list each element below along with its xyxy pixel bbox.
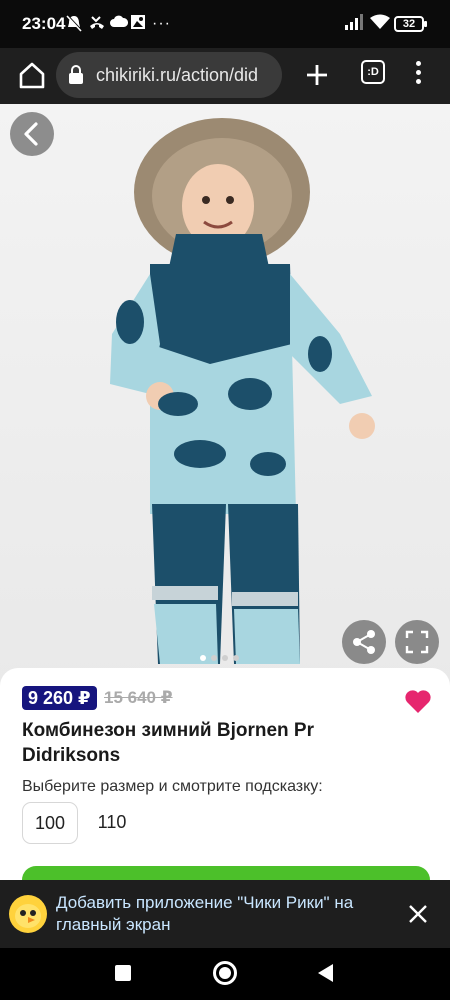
gallery-pagination — [200, 648, 244, 666]
back-button[interactable] — [10, 112, 54, 156]
pagination-dot[interactable] — [211, 655, 217, 661]
size-option-110[interactable]: 110 — [92, 802, 132, 844]
cellular-signal-icon — [344, 14, 364, 36]
share-button[interactable] — [342, 620, 386, 664]
menu-dot-icon — [415, 70, 421, 75]
browser-menu-button[interactable] — [408, 58, 428, 92]
system-home-button[interactable] — [213, 961, 237, 985]
system-navigation-bar — [0, 948, 450, 1000]
heart-icon — [405, 690, 431, 713]
url-text: chikiriki.ru/action/did — [96, 65, 259, 85]
current-price: 9 260 ₽ — [22, 686, 97, 710]
product-card: 9 260 ₽ 15 640 ₽ Комбинезон зимний Bjorn… — [0, 668, 450, 896]
home-icon — [19, 62, 45, 89]
status-time: 23:04 — [22, 14, 66, 33]
battery-indicator: 32 — [394, 16, 427, 32]
cloud-icon — [110, 14, 129, 34]
product-gallery[interactable] — [0, 104, 450, 690]
new-tab-button[interactable] — [300, 58, 334, 92]
product-image — [110, 118, 375, 664]
menu-dot-icon — [415, 79, 421, 84]
missed-call-icon — [88, 14, 106, 38]
pagination-dot[interactable] — [222, 655, 228, 661]
size-option-100[interactable]: 100 — [22, 802, 78, 844]
fullscreen-icon — [405, 630, 429, 654]
photo-icon — [130, 14, 146, 36]
banner-close-button[interactable] — [406, 902, 430, 926]
chevron-left-icon — [24, 122, 38, 146]
install-app-banner[interactable]: Добавить приложение "Чики Рики" на главн… — [0, 880, 450, 948]
product-title: Комбинезон зимний Bjornen Pr Didriksons — [22, 720, 314, 766]
system-back-button[interactable] — [318, 964, 333, 982]
home-button[interactable] — [14, 58, 50, 94]
share-icon — [353, 630, 375, 654]
pagination-dot[interactable] — [200, 655, 206, 661]
recent-apps-button[interactable] — [115, 965, 131, 981]
favorite-button[interactable] — [404, 688, 432, 714]
tab-switcher-button[interactable]: :D — [361, 60, 385, 84]
old-price: 15 640 ₽ — [104, 688, 173, 707]
pagination-dot[interactable] — [233, 655, 239, 661]
more-notifications-icon: ··· — [152, 15, 171, 32]
app-logo — [9, 895, 47, 933]
status-bar: 23:04 ··· 32 — [0, 0, 450, 48]
close-icon — [409, 905, 427, 923]
address-bar[interactable]: chikiriki.ru/action/did — [56, 52, 282, 98]
notification-off-icon — [66, 14, 82, 38]
plus-icon — [307, 65, 327, 85]
fullscreen-button[interactable] — [395, 620, 439, 664]
browser-toolbar: chikiriki.ru/action/did :D — [0, 48, 450, 104]
lock-icon — [69, 65, 83, 84]
wifi-icon — [370, 14, 390, 36]
size-hint: Выберите размер и смотрите подсказку: — [22, 778, 323, 795]
banner-text: Добавить приложение "Чики Рики" на главн… — [56, 893, 354, 934]
menu-dot-icon — [415, 61, 421, 66]
